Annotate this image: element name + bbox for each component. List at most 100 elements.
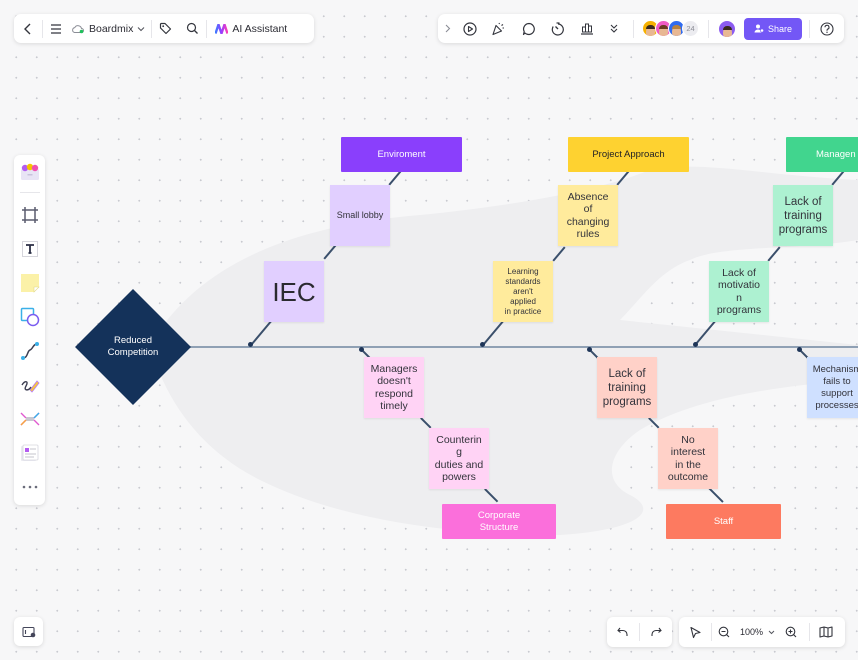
vote-chart-icon: [580, 23, 593, 35]
bone-joint: [797, 347, 802, 352]
cause-note[interactable]: Mechanism fails to support processes: [807, 357, 858, 418]
divider: [708, 19, 709, 38]
tag-icon: [160, 22, 172, 35]
comment-icon: [522, 22, 535, 35]
connector-tool[interactable]: [14, 334, 45, 368]
page-card-tool[interactable]: [14, 436, 45, 470]
templates-tool[interactable]: [14, 155, 45, 189]
cause-note[interactable]: Lack of motivatio n programs: [709, 261, 769, 322]
cause-note[interactable]: Absence of changing rules: [558, 185, 618, 246]
connector-icon: [20, 342, 39, 360]
ai-assistant-button[interactable]: AI Assistant: [207, 14, 295, 43]
collaborator-count[interactable]: 24: [682, 20, 699, 37]
timer-button[interactable]: [543, 14, 572, 43]
cause-label: Absence of changing rules: [566, 190, 610, 241]
bone-connector: [323, 244, 337, 260]
zoom-controls: 100%: [679, 617, 845, 647]
map-button[interactable]: [810, 618, 842, 647]
board-name-dropdown[interactable]: Boardmix: [69, 14, 151, 43]
collapse-toolbar-button[interactable]: [438, 14, 458, 43]
zoom-level-dropdown[interactable]: 100%: [736, 618, 779, 647]
text-icon: [21, 241, 38, 257]
vote-button[interactable]: [572, 14, 601, 43]
board-name: Boardmix: [89, 22, 134, 35]
zoom-out-icon: [718, 626, 730, 638]
cause-label: Mechanism fails to support processes: [812, 363, 858, 411]
cause-note[interactable]: Learning standards aren't applied in pra…: [493, 261, 553, 322]
bone-connector: [250, 319, 273, 346]
bone-connector: [831, 170, 845, 186]
undo-button[interactable]: [607, 618, 639, 647]
bone-connector: [482, 319, 505, 346]
cause-label: Managers doesn't respond timely: [370, 362, 418, 413]
cause-note[interactable]: IEC: [264, 261, 324, 322]
more-chevrons-icon: [610, 24, 618, 33]
back-button[interactable]: [14, 14, 42, 43]
history-controls: [607, 617, 672, 647]
zoom-in-button[interactable]: [779, 618, 803, 647]
category-label: Corporate Structure: [477, 510, 521, 533]
cause-note[interactable]: Lack of training programs: [597, 357, 657, 418]
celebrate-button[interactable]: [481, 14, 514, 43]
category-corporate-structure[interactable]: Corporate Structure: [442, 504, 556, 539]
category-enviroment[interactable]: Enviroment: [341, 137, 462, 172]
problem-statement[interactable]: Reduced Competition: [75, 289, 191, 405]
mindmap-tool[interactable]: [14, 402, 45, 436]
help-button[interactable]: [818, 14, 836, 43]
select-tool-button[interactable]: [679, 618, 711, 647]
search-icon: [187, 22, 199, 34]
cause-label: No interest in the outcome: [667, 433, 709, 484]
hamburger-menu-icon: [51, 23, 61, 34]
cause-label: Small lobby: [336, 210, 384, 221]
shape-tool[interactable]: [14, 300, 45, 334]
cause-note[interactable]: Managers doesn't respond timely: [364, 357, 424, 418]
top-left-toolbar: Boardmix AI Assistant: [14, 14, 314, 43]
share-label: Share: [767, 23, 793, 34]
category-project-approach[interactable]: Project Approach: [568, 137, 689, 172]
frame-icon: [21, 207, 38, 223]
cause-note[interactable]: Counterin g duties and powers: [429, 428, 489, 489]
minimap-toggle-button[interactable]: [14, 617, 43, 646]
cause-note[interactable]: Small lobby: [330, 185, 390, 246]
bone-connector: [616, 170, 630, 186]
bone-joint: [480, 342, 485, 347]
cause-note[interactable]: No interest in the outcome: [658, 428, 718, 489]
top-right-toolbar: 24 Share: [438, 14, 844, 43]
zoom-level: 100%: [740, 627, 764, 637]
undo-icon: [617, 627, 628, 636]
tool-palette: [14, 155, 45, 505]
templates-icon: [20, 163, 39, 180]
ai-assistant-label: AI Assistant: [232, 22, 288, 35]
text-tool[interactable]: [14, 232, 45, 266]
share-button[interactable]: Share: [744, 17, 802, 40]
zoom-out-button[interactable]: [712, 618, 736, 647]
chevron-down-icon: [768, 630, 775, 634]
present-button[interactable]: [458, 14, 481, 43]
fishbone-spine[interactable]: [186, 346, 858, 348]
collaborator-avatars[interactable]: 24: [642, 20, 699, 37]
comment-button[interactable]: [514, 14, 543, 43]
category-management[interactable]: Managen: [786, 137, 858, 172]
more-tools[interactable]: [14, 470, 45, 504]
bone-connector: [484, 488, 499, 503]
cause-label: Learning standards aren't applied in pra…: [504, 266, 542, 316]
bone-connector: [767, 246, 781, 262]
bone-connector: [708, 487, 724, 503]
sticky-note-tool[interactable]: [14, 266, 45, 300]
category-label: Managen: [816, 148, 856, 160]
tag-button[interactable]: [152, 14, 179, 43]
category-label: Enviroment: [377, 148, 426, 160]
bone-connector: [420, 417, 432, 429]
category-staff[interactable]: Staff: [666, 504, 781, 539]
search-button[interactable]: [179, 14, 206, 43]
more-tools-button[interactable]: [601, 14, 627, 43]
cause-note[interactable]: Lack of training programs: [773, 185, 833, 246]
sticky-note-icon: [20, 274, 40, 293]
redo-button[interactable]: [640, 618, 672, 647]
cause-label: Counterin g duties and powers: [434, 433, 484, 484]
main-menu-button[interactable]: [43, 14, 69, 43]
current-user-avatar[interactable]: [718, 19, 736, 38]
cause-label: Lack of training programs: [602, 367, 652, 408]
frame-tool[interactable]: [14, 198, 45, 232]
pen-tool[interactable]: [14, 368, 45, 402]
